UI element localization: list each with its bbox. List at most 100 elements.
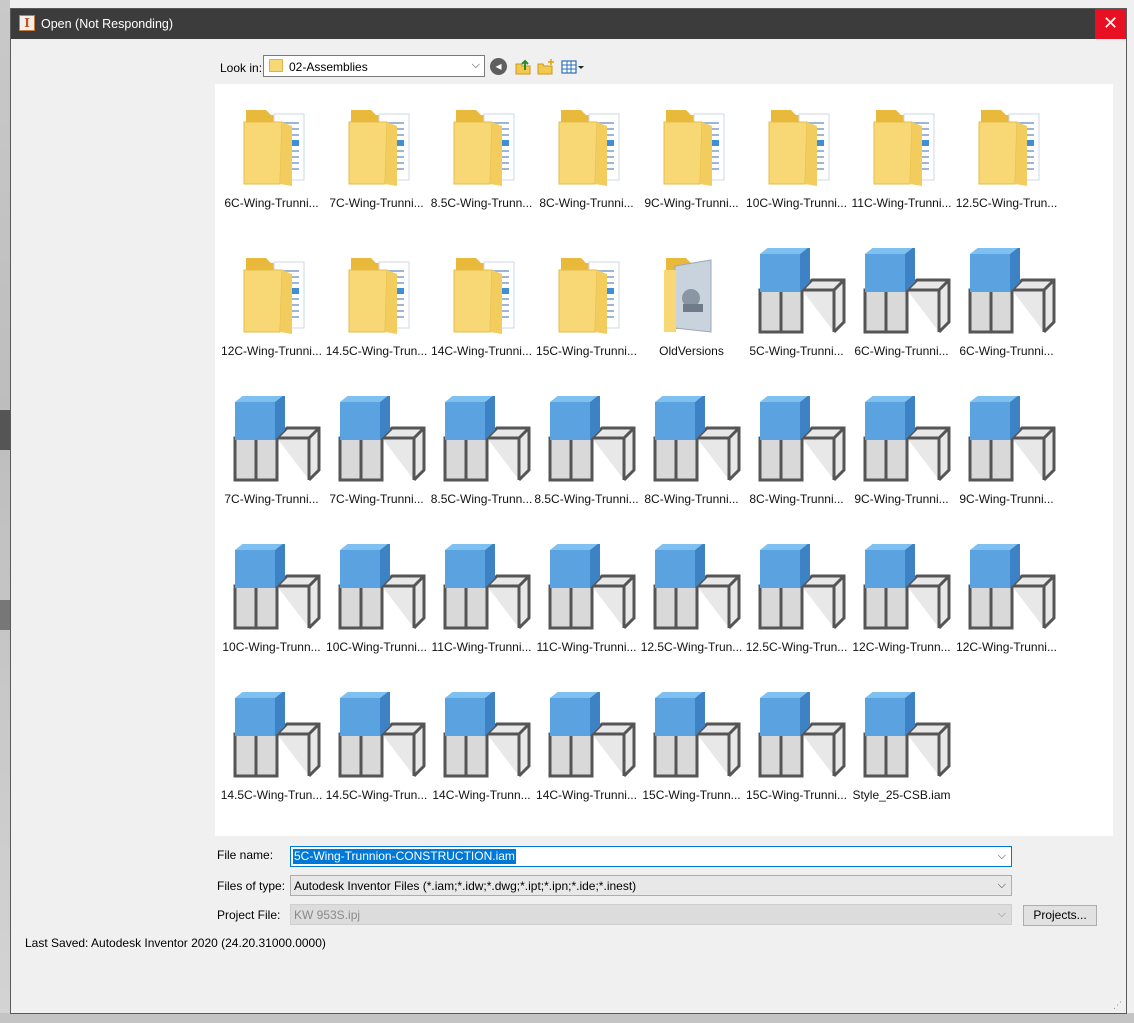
folder-item[interactable]: 10C-Wing-Trunni... <box>744 90 849 230</box>
assembly-icon <box>324 690 429 788</box>
folder-item[interactable]: 8.5C-Wing-Trunn... <box>429 90 534 230</box>
assembly-file-item[interactable]: 9C-Wing-Trunni... <box>849 386 954 526</box>
assembly-file-item[interactable]: 8C-Wing-Trunni... <box>744 386 849 526</box>
folder-item[interactable]: 15C-Wing-Trunni... <box>534 238 639 378</box>
assembly-file-item[interactable]: 14.5C-Wing-Trun... <box>219 682 324 822</box>
assembly-icon <box>219 690 324 788</box>
folder-icon <box>534 248 639 344</box>
folder-item[interactable]: OldVersions <box>639 238 744 378</box>
assembly-file-item[interactable]: 12C-Wing-Trunn... <box>849 534 954 674</box>
assembly-file-item[interactable]: 8.5C-Wing-Trunni... <box>534 386 639 526</box>
assembly-file-item[interactable]: 9C-Wing-Trunni... <box>954 386 1059 526</box>
folder-item[interactable]: 12.5C-Wing-Trun... <box>954 90 1059 230</box>
assembly-file-item[interactable]: 14C-Wing-Trunni... <box>534 682 639 822</box>
assembly-icon <box>849 246 954 344</box>
folder-item[interactable]: 14.5C-Wing-Trun... <box>324 238 429 378</box>
file-label: 14C-Wing-Trunni... <box>536 788 637 802</box>
look-in-label: Look in: <box>220 61 263 75</box>
project-file-value: KW 953S.ipj <box>294 908 361 922</box>
file-label: 9C-Wing-Trunni... <box>644 196 739 210</box>
folder-item[interactable]: 6C-Wing-Trunni... <box>219 90 324 230</box>
file-name-label: File name: <box>217 848 274 862</box>
assembly-file-item[interactable]: 12C-Wing-Trunni... <box>954 534 1059 674</box>
assembly-file-item[interactable]: 8.5C-Wing-Trunn... <box>429 386 534 526</box>
assembly-file-item[interactable]: 5C-Wing-Trunni... <box>744 238 849 378</box>
file-label: 7C-Wing-Trunni... <box>329 196 424 210</box>
file-label: 9C-Wing-Trunni... <box>854 492 949 506</box>
assembly-file-item[interactable]: 12.5C-Wing-Trun... <box>744 534 849 674</box>
file-label: Style_25-CSB.iam <box>852 788 951 802</box>
assembly-file-item[interactable]: 8C-Wing-Trunni... <box>639 386 744 526</box>
last-saved-status: Last Saved: Autodesk Inventor 2020 (24.2… <box>25 936 326 950</box>
folder-icon <box>219 248 324 344</box>
file-label: 10C-Wing-Trunni... <box>326 640 427 654</box>
file-label: 7C-Wing-Trunni... <box>224 492 319 506</box>
file-label: 7C-Wing-Trunni... <box>329 492 424 506</box>
assembly-file-item[interactable]: 6C-Wing-Trunni... <box>954 238 1059 378</box>
file-label: 12.5C-Wing-Trun... <box>955 196 1058 210</box>
folder-item[interactable]: 11C-Wing-Trunni... <box>849 90 954 230</box>
file-name-value: 5C-Wing-Trunnion-CONSTRUCTION.iam <box>293 849 516 864</box>
folder-item[interactable]: 7C-Wing-Trunni... <box>324 90 429 230</box>
assembly-file-item[interactable]: 15C-Wing-Trunn... <box>639 682 744 822</box>
file-label: 14C-Wing-Trunni... <box>431 344 532 358</box>
assembly-file-item[interactable]: 7C-Wing-Trunni... <box>219 386 324 526</box>
files-of-type-label: Files of type: <box>217 879 286 893</box>
folder-icon <box>639 100 744 196</box>
assembly-file-item[interactable]: 11C-Wing-Trunni... <box>534 534 639 674</box>
project-file-label: Project File: <box>217 908 281 922</box>
assembly-file-item[interactable]: 6C-Wing-Trunni... <box>849 238 954 378</box>
folder-item[interactable]: 9C-Wing-Trunni... <box>639 90 744 230</box>
folder-item[interactable]: 12C-Wing-Trunni... <box>219 238 324 378</box>
file-label: 6C-Wing-Trunni... <box>224 196 319 210</box>
file-label: 15C-Wing-Trunni... <box>746 788 847 802</box>
new-folder-icon[interactable] <box>537 58 555 76</box>
assembly-file-item[interactable]: 11C-Wing-Trunni... <box>429 534 534 674</box>
folder-item[interactable]: 8C-Wing-Trunni... <box>534 90 639 230</box>
assembly-file-item[interactable]: 10C-Wing-Trunni... <box>324 534 429 674</box>
inventor-app-icon: I <box>19 15 35 31</box>
assembly-icon <box>639 394 744 492</box>
assembly-file-item[interactable]: Style_25-CSB.iam <box>849 682 954 822</box>
assembly-file-item[interactable]: 14.5C-Wing-Trun... <box>324 682 429 822</box>
assembly-file-item[interactable]: 10C-Wing-Trunn... <box>219 534 324 674</box>
folder-item[interactable]: 14C-Wing-Trunni... <box>429 238 534 378</box>
file-name-input[interactable]: 5C-Wing-Trunnion-CONSTRUCTION.iam ⌵ <box>290 846 1012 867</box>
chevron-down-icon: ⌵ <box>997 879 1006 891</box>
file-label: 5C-Wing-Trunni... <box>749 344 844 358</box>
close-button[interactable]: ✕ <box>1095 9 1126 39</box>
folder-icon <box>269 59 283 72</box>
file-label: 12.5C-Wing-Trun... <box>745 640 848 654</box>
project-file-dropdown: KW 953S.ipj ⌵ <box>290 904 1012 925</box>
assembly-file-item[interactable]: 7C-Wing-Trunni... <box>324 386 429 526</box>
file-label: 8C-Wing-Trunni... <box>539 196 634 210</box>
look-in-dropdown[interactable]: 02-Assemblies ⌵ <box>263 55 485 77</box>
assembly-icon <box>219 542 324 640</box>
folder-icon <box>534 100 639 196</box>
back-icon[interactable]: ◂ <box>490 58 507 75</box>
resize-grip-icon[interactable]: ⋰ <box>1113 1000 1123 1010</box>
chevron-down-icon[interactable]: ⌵ <box>998 850 1006 863</box>
assembly-file-item[interactable]: 14C-Wing-Trunn... <box>429 682 534 822</box>
assembly-file-item[interactable]: 15C-Wing-Trunni... <box>744 682 849 822</box>
up-folder-icon[interactable] <box>514 58 532 76</box>
open-dialog: I Open (Not Responding) ✕ Look in: 02-As… <box>10 8 1127 1014</box>
files-of-type-dropdown[interactable]: Autodesk Inventor Files (*.iam;*.idw;*.d… <box>290 875 1012 896</box>
assembly-file-item[interactable]: 12.5C-Wing-Trun... <box>639 534 744 674</box>
file-label: 15C-Wing-Trunn... <box>642 788 741 802</box>
file-label: 14C-Wing-Trunn... <box>432 788 531 802</box>
file-list-view[interactable]: 6C-Wing-Trunni... 7C-Wing-Trunni... 8.5C-W… <box>215 84 1113 836</box>
assembly-icon <box>324 542 429 640</box>
folder-icon <box>429 100 534 196</box>
background-stripe <box>0 600 10 630</box>
file-label: 12C-Wing-Trunni... <box>221 344 322 358</box>
views-menu-icon[interactable] <box>561 58 585 76</box>
projects-button[interactable]: Projects... <box>1023 905 1097 926</box>
file-label: 12.5C-Wing-Trun... <box>640 640 743 654</box>
assembly-icon <box>744 246 849 344</box>
file-label: OldVersions <box>659 344 724 358</box>
chevron-down-icon: ⌵ <box>997 908 1006 920</box>
look-in-value: 02-Assemblies <box>289 60 368 74</box>
assembly-icon <box>744 542 849 640</box>
title-bar[interactable]: I Open (Not Responding) ✕ <box>11 9 1126 39</box>
